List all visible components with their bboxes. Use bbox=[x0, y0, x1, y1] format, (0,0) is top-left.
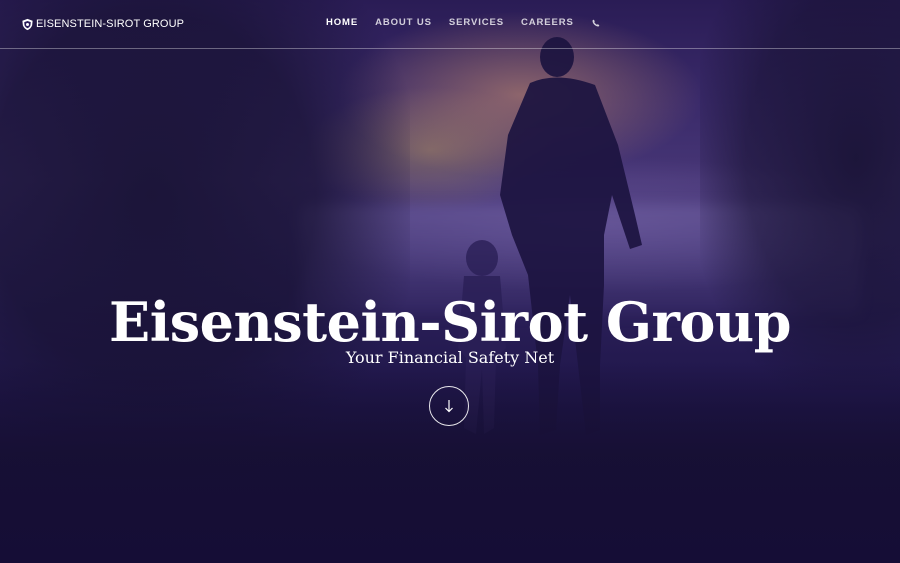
nav-careers[interactable]: CAREERS bbox=[521, 17, 574, 28]
hero-subtitle: Your Financial Safety Net bbox=[345, 348, 555, 367]
top-navbar: EISENSTEIN-SIROT GROUP HOME ABOUT US SER… bbox=[0, 0, 900, 49]
nav-services[interactable]: SERVICES bbox=[449, 17, 504, 28]
shield-icon bbox=[22, 18, 33, 30]
arrow-down-icon bbox=[445, 400, 453, 413]
hero-section: EISENSTEIN-SIROT GROUP HOME ABOUT US SER… bbox=[0, 0, 900, 563]
main-nav: HOME ABOUT US SERVICES CAREERS bbox=[326, 17, 600, 28]
phone-icon[interactable] bbox=[592, 19, 600, 27]
scroll-down-button[interactable] bbox=[429, 386, 469, 426]
brand[interactable]: EISENSTEIN-SIROT GROUP bbox=[21, 16, 184, 32]
nav-about-us[interactable]: ABOUT US bbox=[375, 17, 432, 28]
brand-name: EISENSTEIN-SIROT GROUP bbox=[36, 18, 185, 30]
nav-home[interactable]: HOME bbox=[326, 17, 358, 28]
